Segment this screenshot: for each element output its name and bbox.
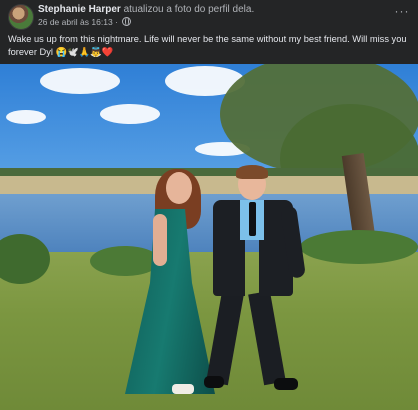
woman-shoe xyxy=(172,384,194,394)
post-caption: Wake us up from this nightmare. Life wil… xyxy=(8,34,407,57)
post-title-line: Stephanie Harper atualizou a foto do per… xyxy=(38,4,254,15)
post-action-text: atualizou a foto do perfil dela. xyxy=(123,4,255,15)
post-header: Stephanie Harper atualizou a foto do per… xyxy=(0,0,418,30)
man-tie xyxy=(249,202,256,236)
cloud xyxy=(100,104,160,124)
post-timestamp[interactable]: 26 de abril às 16:13 xyxy=(38,17,113,27)
post-photo[interactable] xyxy=(0,64,418,410)
woman-arm xyxy=(153,214,167,266)
meta-separator: · xyxy=(115,17,118,27)
more-options-button[interactable]: ··· xyxy=(392,5,412,20)
man-hair xyxy=(236,165,268,179)
shrub xyxy=(90,246,160,276)
globe-icon[interactable] xyxy=(122,17,132,26)
cloud xyxy=(6,110,46,124)
man-shoe xyxy=(274,378,298,390)
facebook-post: Stephanie Harper atualizou a foto do per… xyxy=(0,0,418,410)
author-name[interactable]: Stephanie Harper xyxy=(38,4,121,15)
woman-face xyxy=(166,172,192,204)
shrub xyxy=(300,230,418,264)
cloud xyxy=(40,68,120,94)
man-shoe xyxy=(204,376,224,388)
author-avatar[interactable] xyxy=(8,4,34,30)
post-meta: 26 de abril às 16:13 · xyxy=(38,17,132,27)
